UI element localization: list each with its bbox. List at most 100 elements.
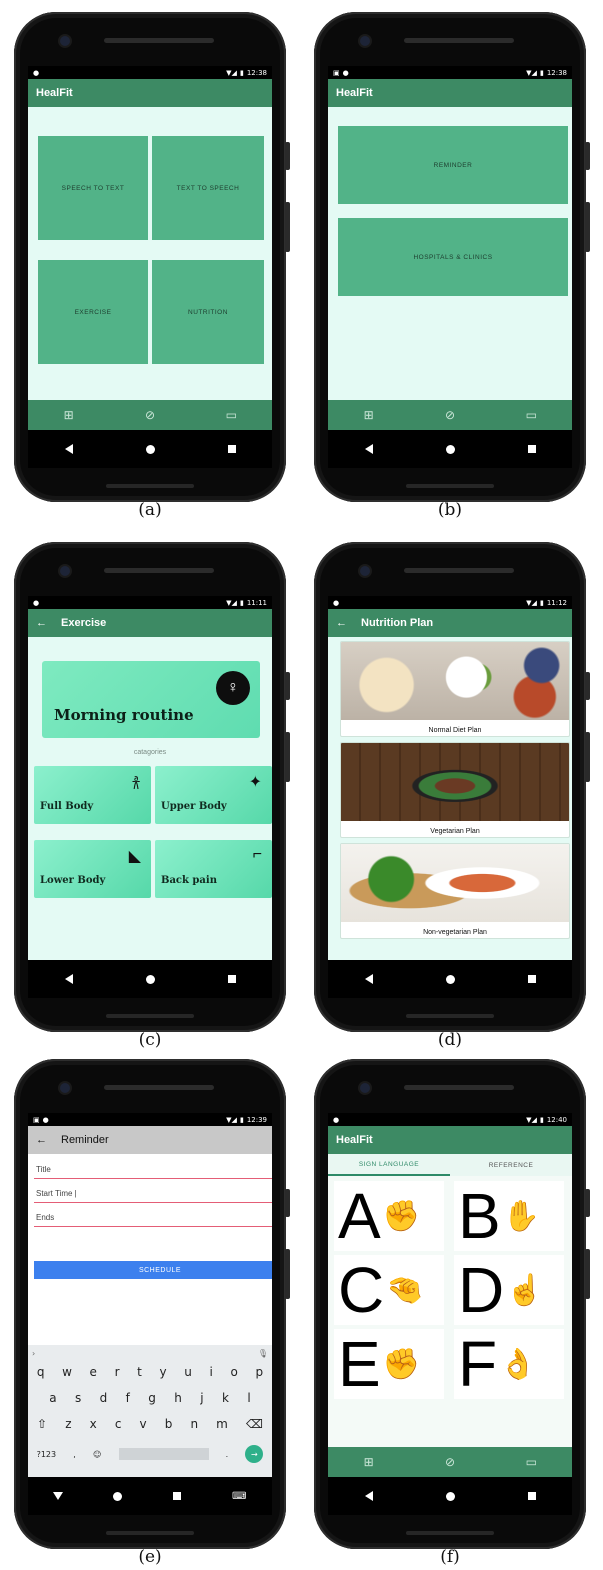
key-w[interactable]: w <box>62 1365 72 1379</box>
key-e[interactable]: e <box>90 1365 97 1379</box>
nav-recents-icon[interactable] <box>227 445 236 453</box>
nav-recents-icon[interactable] <box>527 975 536 983</box>
nav-recents-icon[interactable] <box>227 975 236 983</box>
key-f[interactable]: f <box>126 1391 130 1405</box>
key-k[interactable]: k <box>222 1391 229 1405</box>
space-bar[interactable] <box>118 1448 209 1460</box>
compass-icon[interactable]: ⊘ <box>440 408 460 422</box>
key-a[interactable]: a <box>49 1391 56 1405</box>
nav-back-icon[interactable] <box>52 1492 63 1500</box>
nav-recents-icon[interactable] <box>527 445 536 453</box>
hospitals-clinics-button[interactable]: HOSPITALS & CLINICS <box>338 218 568 296</box>
period-key[interactable]: . <box>226 1450 229 1459</box>
sign-card-a[interactable]: A ✊ <box>334 1181 444 1251</box>
sign-card-b[interactable]: B ✋ <box>454 1181 564 1251</box>
book-icon[interactable]: ▭ <box>521 1455 541 1469</box>
key-d[interactable]: d <box>100 1391 108 1405</box>
speech-to-text-tile[interactable]: SPEECH TO TEXT <box>38 136 148 240</box>
grid-icon[interactable]: ⊞ <box>59 408 79 422</box>
tab-reference[interactable]: REFERENCE <box>450 1154 572 1176</box>
status-bar: ● ▼◢ ▮ 11:11 <box>28 596 272 609</box>
normal-diet-plan-card[interactable]: Normal Diet Plan <box>340 641 570 737</box>
nav-back-icon[interactable] <box>364 974 373 984</box>
emoji-icon[interactable]: ☺ <box>93 1450 101 1459</box>
key-j[interactable]: j <box>200 1391 203 1405</box>
key-s[interactable]: s <box>75 1391 81 1405</box>
comma-key[interactable]: , <box>73 1450 76 1459</box>
enter-icon[interactable]: → <box>245 1445 264 1463</box>
nav-home-icon[interactable] <box>445 444 455 454</box>
key-g[interactable]: g <box>148 1391 156 1405</box>
tab-sign-language[interactable]: SIGN LANGUAGE <box>328 1154 450 1176</box>
lower-body-card[interactable]: ◣ Lower Body <box>34 840 151 898</box>
key-u[interactable]: u <box>184 1365 192 1379</box>
vegetarian-plan-card[interactable]: Vegetarian Plan <box>340 742 570 838</box>
nav-home-icon[interactable] <box>145 444 155 454</box>
mic-icon[interactable]: 🎙 <box>258 1349 268 1358</box>
title-field[interactable]: Title <box>34 1159 272 1179</box>
key-n[interactable]: n <box>190 1417 198 1431</box>
expand-suggestions-icon[interactable]: › <box>32 1349 35 1358</box>
start-time-field[interactable]: Start Time | <box>34 1183 272 1203</box>
compass-icon[interactable]: ⊘ <box>440 1455 460 1469</box>
screen: ● ▼◢ ▮ 11:12 ← Nutrition Plan Normal Diet … <box>328 596 572 998</box>
back-arrow-icon[interactable]: ← <box>336 617 347 629</box>
key-x[interactable]: x <box>90 1417 97 1431</box>
reminder-button[interactable]: REMINDER <box>338 126 568 204</box>
ends-field[interactable]: Ends <box>34 1207 272 1227</box>
grid-icon[interactable]: ⊞ <box>359 408 379 422</box>
nav-back-icon[interactable] <box>364 444 373 454</box>
upper-body-card[interactable]: ✦ Upper Body <box>155 766 272 824</box>
back-pain-card[interactable]: ⌐ Back pain <box>155 840 272 898</box>
key-v[interactable]: v <box>140 1417 147 1431</box>
nutrition-tile[interactable]: NUTRITION <box>152 260 264 364</box>
key-r[interactable]: r <box>115 1365 120 1379</box>
phone-frame: ● ▼◢ ▮ 12:38 HealFit SPEECH TO TEXT TEXT T… <box>14 12 290 502</box>
keyboard-switch-icon[interactable]: ⌨ <box>232 1491 246 1502</box>
schedule-button[interactable]: SCHEDULE <box>34 1261 272 1279</box>
nav-home-icon[interactable] <box>445 1491 455 1501</box>
key-i[interactable]: i <box>210 1365 213 1379</box>
key-o[interactable]: o <box>231 1365 238 1379</box>
nav-back-icon[interactable] <box>64 444 73 454</box>
nav-back-icon[interactable] <box>64 974 73 984</box>
key-q[interactable]: q <box>37 1365 45 1379</box>
back-arrow-icon[interactable]: ← <box>36 617 47 629</box>
key-h[interactable]: h <box>174 1391 182 1405</box>
key-p[interactable]: p <box>255 1365 263 1379</box>
key-b[interactable]: b <box>165 1417 173 1431</box>
symbols-key[interactable]: ?123 <box>37 1450 57 1459</box>
app-bar: ← Exercise <box>28 609 272 637</box>
back-arrow-icon[interactable]: ← <box>36 1134 47 1146</box>
panel-a: ● ▼◢ ▮ 12:38 HealFit SPEECH TO TEXT TEXT T… <box>0 0 300 523</box>
sign-card-c[interactable]: C 🤏 <box>334 1255 444 1325</box>
compass-icon[interactable]: ⊘ <box>140 408 160 422</box>
nav-recents-icon[interactable] <box>527 1492 536 1500</box>
text-to-speech-tile[interactable]: TEXT TO SPEECH <box>152 136 264 240</box>
system-nav <box>328 960 572 998</box>
non-vegetarian-plan-card[interactable]: Non-vegetarian Plan <box>340 843 570 939</box>
backspace-icon[interactable]: ⌫ <box>246 1417 263 1431</box>
sign-card-e[interactable]: E ✊ <box>334 1329 444 1399</box>
key-t[interactable]: t <box>137 1365 142 1379</box>
sign-card-f[interactable]: F 👌 <box>454 1329 564 1399</box>
morning-routine-card[interactable]: ♀ Morning routine <box>42 661 260 738</box>
panel-d: ● ▼◢ ▮ 11:12 ← Nutrition Plan Normal Diet … <box>300 530 600 1053</box>
shift-icon[interactable]: ⇧ <box>37 1417 47 1431</box>
key-y[interactable]: y <box>160 1365 167 1379</box>
grid-icon[interactable]: ⊞ <box>359 1455 379 1469</box>
key-c[interactable]: c <box>115 1417 122 1431</box>
book-icon[interactable]: ▭ <box>521 408 541 422</box>
nav-back-icon[interactable] <box>364 1491 373 1501</box>
book-icon[interactable]: ▭ <box>221 408 241 422</box>
nav-recents-icon[interactable] <box>172 1492 181 1500</box>
key-z[interactable]: z <box>65 1417 71 1431</box>
full-body-card[interactable]: 𐀪 Full Body <box>34 766 151 824</box>
exercise-tile[interactable]: EXERCISE <box>38 260 148 364</box>
nav-home-icon[interactable] <box>145 974 155 984</box>
nav-home-icon[interactable] <box>112 1491 122 1501</box>
sign-card-d[interactable]: D ☝ <box>454 1255 564 1325</box>
nav-home-icon[interactable] <box>445 974 455 984</box>
key-m[interactable]: m <box>216 1417 228 1431</box>
key-l[interactable]: l <box>247 1391 250 1405</box>
